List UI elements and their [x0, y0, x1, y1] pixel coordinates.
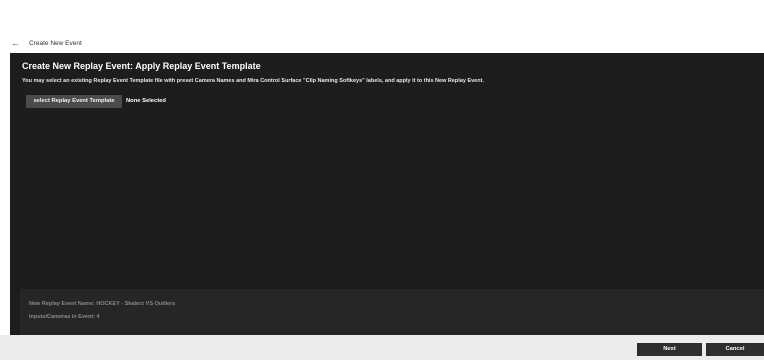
footer-bar: Next Cancel [0, 335, 764, 360]
event-summary: New Replay Event Name: HOCKEY - Skaterz … [20, 289, 764, 335]
select-template-button[interactable]: select Replay Event Template [26, 95, 122, 108]
next-button[interactable]: Next [637, 343, 702, 356]
inputs-count-summary: Inputs/Cameras in Event: 4 [29, 314, 100, 320]
apply-template-panel: Create New Replay Event: Apply Replay Ev… [10, 53, 764, 335]
window-title: Create New Event [29, 40, 82, 47]
panel-description: You may select an existing Replay Event … [22, 78, 484, 84]
back-arrow-icon[interactable]: ← [11, 35, 20, 51]
selected-template-label: None Selected [126, 98, 166, 104]
panel-heading: Create New Replay Event: Apply Replay Ev… [22, 61, 261, 71]
event-name-summary: New Replay Event Name: HOCKEY - Skaterz … [29, 301, 176, 307]
cancel-button[interactable]: Cancel [706, 343, 764, 356]
title-bar: ← Create New Event [0, 36, 764, 52]
